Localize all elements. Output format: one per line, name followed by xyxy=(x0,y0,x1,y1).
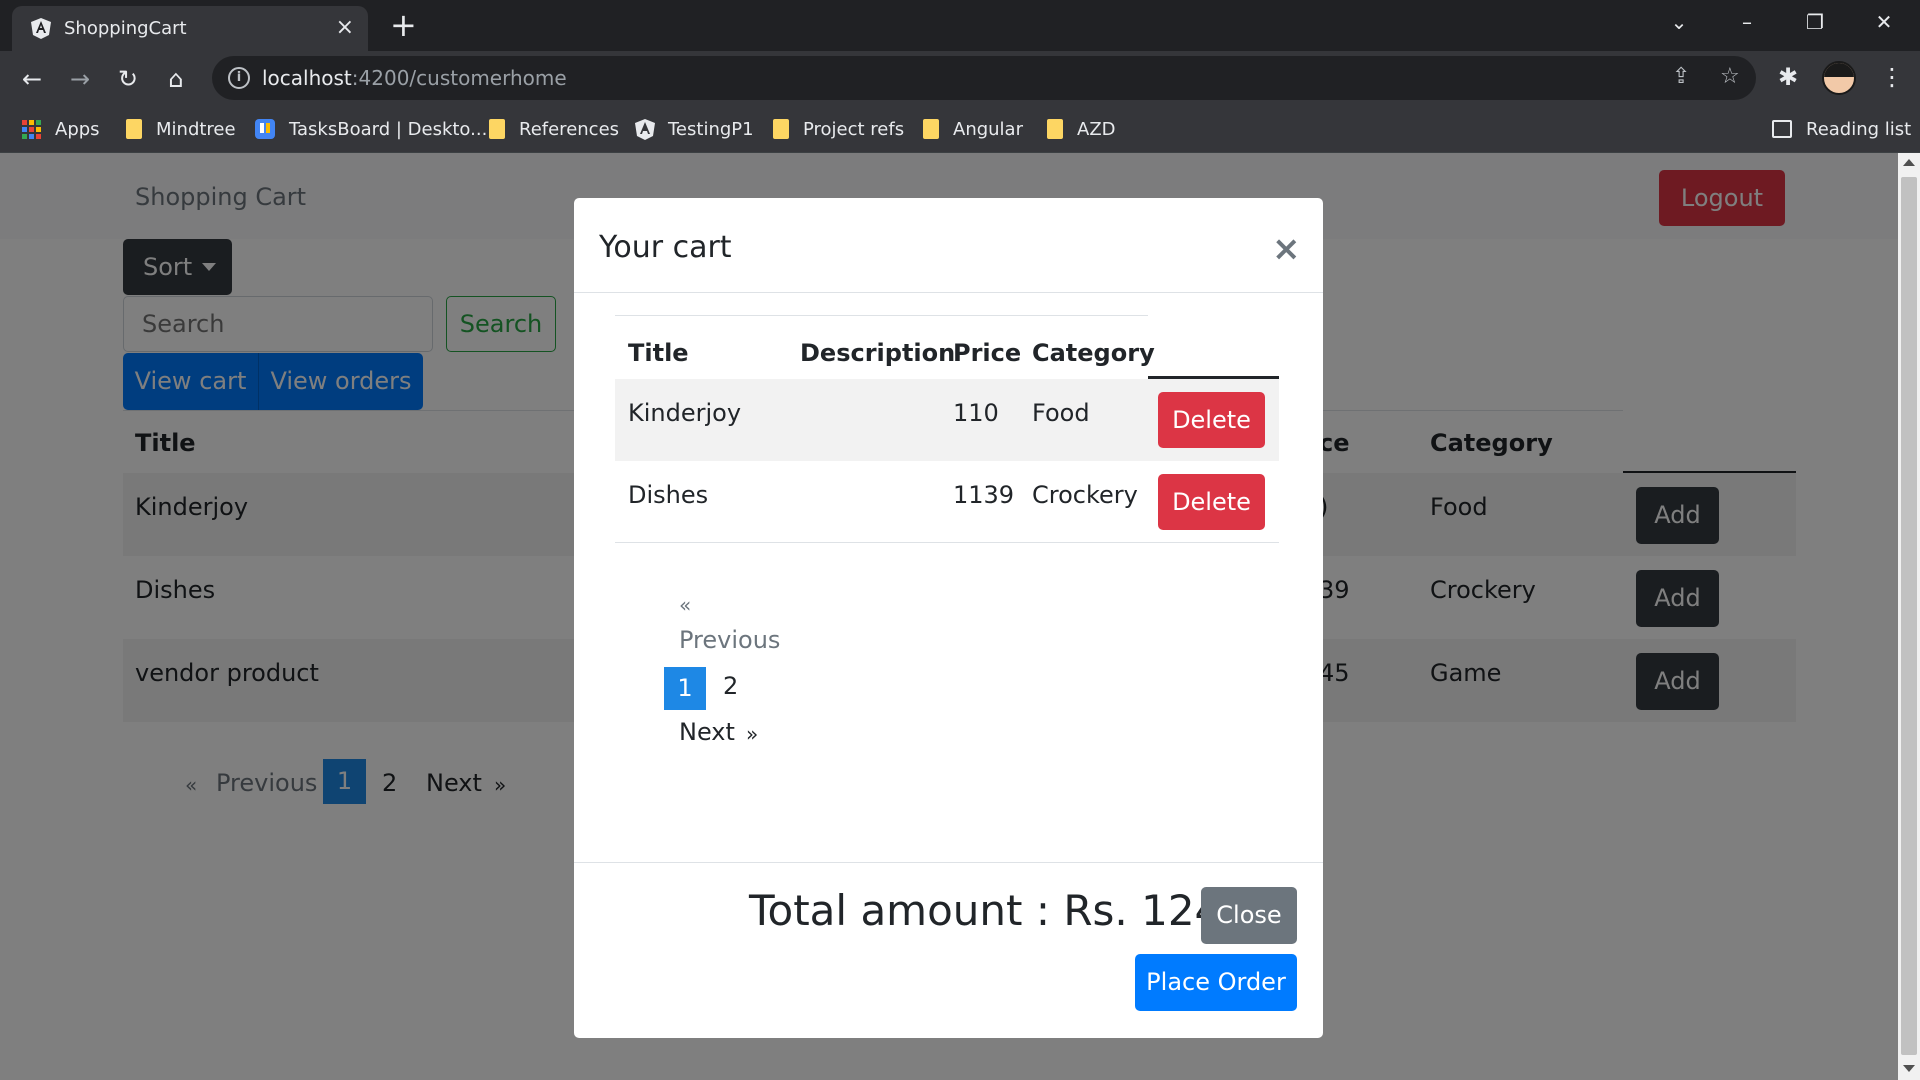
home-icon[interactable]: ⌂ xyxy=(160,63,192,95)
bookmark-label: Apps xyxy=(55,118,100,140)
forward-icon[interactable]: → xyxy=(64,63,96,95)
bookmark-label: Mindtree xyxy=(156,118,236,140)
bookmark-apps[interactable]: Apps xyxy=(22,116,100,142)
bookmark-label: Project refs xyxy=(803,118,905,140)
cart-row-category: Food xyxy=(1032,399,1090,427)
reading-list-icon xyxy=(1772,120,1792,138)
scroll-down-arrow-icon[interactable] xyxy=(1903,1065,1915,1072)
folder-icon xyxy=(489,119,505,139)
back-icon[interactable]: ← xyxy=(16,63,48,95)
bookmark-label: TasksBoard | Deskto... xyxy=(289,118,488,140)
cart-pager-next[interactable]: Next xyxy=(679,718,735,746)
bookmark-label: References xyxy=(519,118,620,140)
apps-grid-icon xyxy=(22,119,41,139)
bookmark-icon xyxy=(126,119,142,139)
page-viewport: Shopping Cart Logout Sort Search View ca… xyxy=(0,153,1898,1080)
bookmark-mindtree[interactable]: Mindtree xyxy=(126,116,236,142)
modal-title: Your cart xyxy=(599,230,732,265)
tab-search-icon[interactable]: ⌄ xyxy=(1659,8,1699,36)
restore-icon[interactable]: ❐ xyxy=(1795,8,1835,36)
new-tab-icon[interactable]: + xyxy=(390,8,417,42)
bookmark-tasksboard[interactable]: TasksBoard | Deskto... xyxy=(255,116,487,142)
browser-toolbar: ← → ↻ ⌂ i localhost:4200/customerhome ⇪ … xyxy=(0,51,1920,106)
cart-row-title: Dishes xyxy=(628,481,709,509)
reading-list-label: Reading list xyxy=(1806,118,1912,140)
cart-row: Kinderjoy 110 Food Delete xyxy=(615,379,1279,461)
cart-header-description: Description xyxy=(800,339,956,367)
bookmark-references[interactable]: References xyxy=(489,116,619,142)
url-path: :4200/customerhome xyxy=(351,66,567,90)
bookmark-project-refs[interactable]: Project refs xyxy=(773,116,904,142)
browser-menu-icon[interactable]: ⋮ xyxy=(1880,63,1904,91)
cart-row: Dishes 1139 Crockery Delete xyxy=(615,461,1279,543)
cart-pager-page-2[interactable]: 2 xyxy=(723,672,738,700)
cart-header-title: Title xyxy=(628,339,689,367)
cart-total-amount: Total amount : Rs. 1249 xyxy=(749,886,1248,935)
address-bar[interactable]: i localhost:4200/customerhome ⇪ ☆ xyxy=(212,56,1756,100)
modal-footer-divider xyxy=(574,862,1323,863)
bookmark-label: AZD xyxy=(1077,118,1116,140)
page-scrollbar[interactable] xyxy=(1898,153,1920,1080)
cart-modal: Your cart × Title Description Price Cate… xyxy=(574,198,1323,1038)
cart-row-price: 110 xyxy=(953,399,999,427)
folder-icon xyxy=(1047,119,1063,139)
bookmark-star-icon[interactable]: ☆ xyxy=(1720,64,1740,89)
angular-icon xyxy=(31,18,51,39)
cart-pager-prev-arrow[interactable]: « xyxy=(679,593,691,617)
url-host: localhost xyxy=(262,66,352,90)
scroll-up-arrow-icon[interactable] xyxy=(1903,159,1915,166)
minimize-icon[interactable]: – xyxy=(1727,8,1767,36)
reading-list-button[interactable]: Reading list xyxy=(1772,116,1911,142)
bookmark-testingp1[interactable]: TestingP1 xyxy=(634,116,754,142)
bookmarks-bar: Apps Mindtree TasksBoard | Deskto... Ref… xyxy=(0,106,1920,153)
delete-button[interactable]: Delete xyxy=(1158,392,1265,448)
extensions-icon[interactable]: ✱ xyxy=(1778,63,1798,91)
cart-header-category: Category xyxy=(1032,339,1155,367)
modal-header-divider xyxy=(574,292,1323,293)
tasksboard-icon xyxy=(255,119,275,139)
window-close-icon[interactable]: ✕ xyxy=(1864,8,1904,36)
site-info-icon[interactable]: i xyxy=(228,67,250,89)
folder-icon xyxy=(773,119,789,139)
cart-pager-next-arrow[interactable]: » xyxy=(746,722,758,746)
cart-row-category: Crockery xyxy=(1032,481,1138,509)
tab-title: ShoppingCart xyxy=(64,18,187,39)
tab-close-icon[interactable]: × xyxy=(336,16,354,40)
bookmark-label: Angular xyxy=(953,118,1023,140)
profile-avatar[interactable] xyxy=(1822,61,1856,95)
cart-table-divider xyxy=(615,315,1148,316)
cart-pager-previous[interactable]: Previous xyxy=(679,626,780,654)
cart-header-price: Price xyxy=(953,339,1022,367)
cart-pager-page-1[interactable]: 1 xyxy=(664,667,706,710)
url-text: localhost:4200/customerhome xyxy=(262,66,567,90)
reload-icon[interactable]: ↻ xyxy=(112,63,144,95)
share-icon[interactable]: ⇪ xyxy=(1672,64,1690,89)
browser-titlebar: ShoppingCart × + ⌄ – ❐ ✕ xyxy=(0,0,1920,51)
cart-row-title: Kinderjoy xyxy=(628,399,742,427)
folder-icon xyxy=(923,119,939,139)
close-button[interactable]: Close xyxy=(1201,887,1297,944)
scrollbar-thumb[interactable] xyxy=(1901,177,1917,1055)
close-icon[interactable]: × xyxy=(1272,232,1301,266)
bookmark-label: TestingP1 xyxy=(668,118,754,140)
angular-icon xyxy=(635,119,655,140)
browser-tab[interactable]: ShoppingCart × xyxy=(12,6,368,51)
place-order-button[interactable]: Place Order xyxy=(1135,954,1297,1011)
delete-button[interactable]: Delete xyxy=(1158,474,1265,530)
bookmark-angular[interactable]: Angular xyxy=(923,116,1023,142)
cart-row-price: 1139 xyxy=(953,481,1015,509)
bookmark-azd[interactable]: AZD xyxy=(1047,116,1116,142)
